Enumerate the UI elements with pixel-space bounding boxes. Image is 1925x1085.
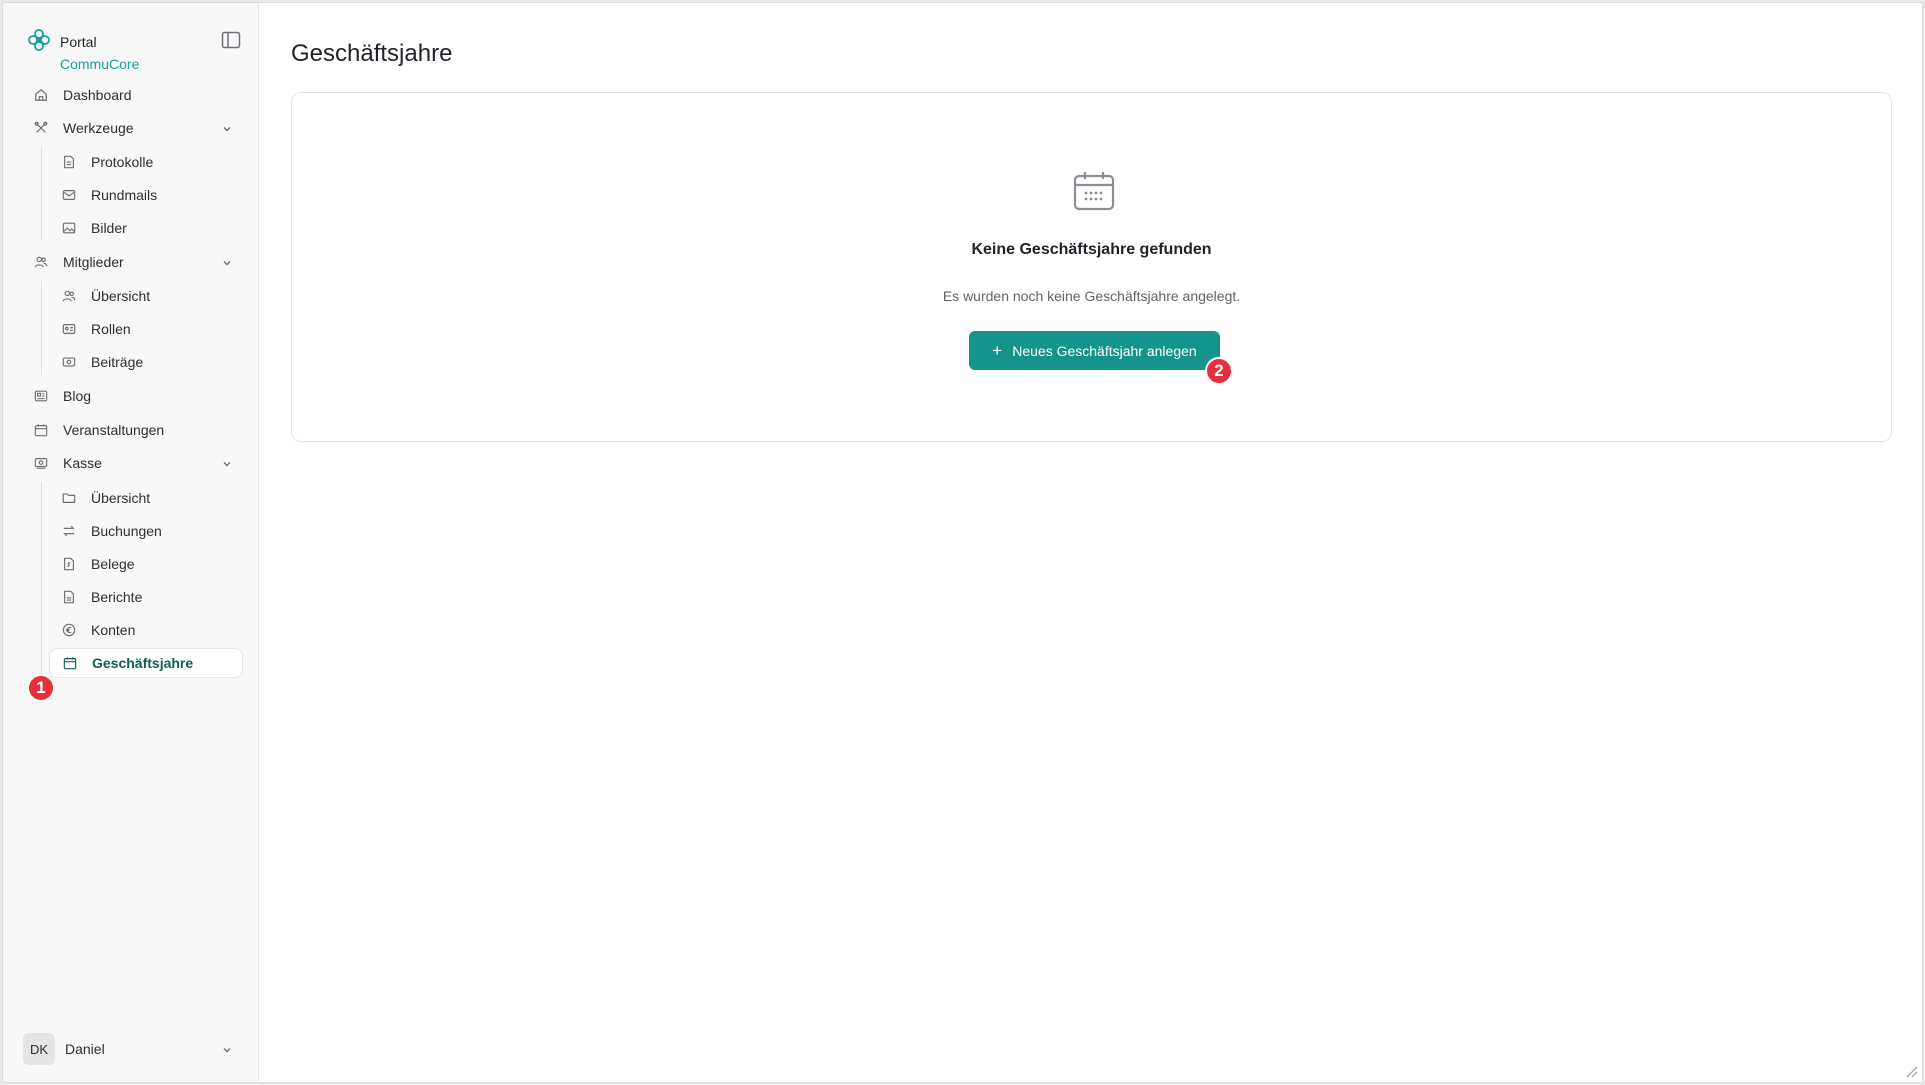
- sidebar-item-label: Bilder: [91, 220, 127, 236]
- folder-icon: [61, 490, 77, 506]
- id-card-icon: [61, 321, 77, 337]
- sidebar-item-label: Buchungen: [91, 523, 162, 539]
- sidebar-item-label: Übersicht: [91, 288, 151, 304]
- sidebar-item-kasse-uebersicht[interactable]: Übersicht: [49, 483, 243, 513]
- flower-logo-icon: [27, 28, 51, 52]
- calendar-icon: [33, 422, 49, 438]
- calendar-icon: [62, 655, 78, 671]
- resize-grip-icon[interactable]: [1904, 1064, 1918, 1078]
- sidebar-item-beitraege[interactable]: Beiträge: [49, 347, 243, 377]
- sidebar-item-belege[interactable]: Belege: [49, 549, 243, 579]
- chevron-down-icon: [221, 457, 233, 469]
- sidebar-item-label: Blog: [63, 388, 92, 404]
- annotation-badge-2: 2: [1205, 357, 1233, 385]
- sidebar-item-label: Kasse: [63, 455, 102, 471]
- submenu-guide-line: [41, 281, 42, 375]
- sidebar-item-veranstaltungen[interactable]: Veranstaltungen: [23, 415, 243, 445]
- sidebar-item-label: Veranstaltungen: [63, 422, 165, 438]
- sidebar-item-mitglieder[interactable]: Mitglieder: [23, 247, 243, 277]
- brand[interactable]: Portal CommuCore: [27, 28, 247, 74]
- brand-subtitle: CommuCore: [60, 56, 140, 72]
- sidebar-item-rollen[interactable]: Rollen: [49, 314, 243, 344]
- sidebar-toggle-icon[interactable]: [221, 31, 241, 49]
- submenu-guide-line: [41, 147, 42, 241]
- sidebar-item-label: Konten: [91, 622, 136, 638]
- plus-icon: +: [992, 341, 1003, 360]
- home-icon: [33, 87, 49, 103]
- users-icon: [61, 288, 77, 304]
- empty-state-title: Keine Geschäftsjahre gefunden: [971, 241, 1212, 258]
- image-icon: [61, 220, 77, 236]
- new-fiscal-year-button[interactable]: + Neues Geschäftsjahr anlegen: [969, 331, 1220, 370]
- mail-icon: [61, 187, 77, 203]
- annotation-badge-1: 1: [27, 674, 55, 702]
- sidebar-item-label: Übersicht: [91, 490, 151, 506]
- calendar-icon: [1072, 169, 1116, 213]
- sidebar-item-label: Belege: [91, 556, 135, 572]
- sidebar-item-kasse[interactable]: Kasse: [23, 448, 243, 478]
- arrows-icon: [61, 523, 77, 539]
- sidebar-item-blog[interactable]: Blog: [23, 381, 243, 411]
- user-menu[interactable]: DK Daniel: [23, 1033, 243, 1065]
- sidebar-item-mitglieder-uebersicht[interactable]: Übersicht: [49, 281, 243, 311]
- sidebar-item-label: Rollen: [91, 321, 131, 337]
- chevron-down-icon: [221, 256, 233, 268]
- euro-icon: [61, 622, 77, 638]
- submenu-guide-line: [41, 482, 42, 678]
- sidebar: Portal CommuCore Dashboard Werkzeuge Pro…: [3, 3, 259, 1082]
- sidebar-item-konten[interactable]: Konten: [49, 615, 243, 645]
- app-window: Portal CommuCore Dashboard Werkzeuge Pro…: [2, 2, 1923, 1083]
- avatar: DK: [23, 1033, 55, 1065]
- brand-title: Portal: [60, 34, 97, 50]
- sidebar-item-bilder[interactable]: Bilder: [49, 213, 243, 243]
- empty-state-card: Keine Geschäftsjahre gefunden Es wurden …: [291, 92, 1892, 442]
- sidebar-item-geschaeftsjahre[interactable]: Geschäftsjahre: [49, 648, 243, 678]
- sidebar-item-label: Rundmails: [91, 187, 158, 203]
- sidebar-item-label: Mitglieder: [63, 254, 124, 270]
- sidebar-item-protokolle[interactable]: Protokolle: [49, 147, 243, 177]
- banknote-icon: [61, 354, 77, 370]
- sidebar-item-label: Geschäftsjahre: [92, 655, 194, 671]
- sidebar-item-label: Dashboard: [63, 87, 132, 103]
- users-icon: [33, 254, 49, 270]
- empty-state-description: Es wurden noch keine Geschäftsjahre ange…: [942, 288, 1241, 304]
- sidebar-item-buchungen[interactable]: Buchungen: [49, 516, 243, 546]
- file-text-icon: [61, 154, 77, 170]
- sidebar-item-label: Beiträge: [91, 354, 144, 370]
- newspaper-icon: [33, 388, 49, 404]
- page-title: Geschäftsjahre: [291, 40, 453, 67]
- receipt-icon: [61, 556, 77, 572]
- new-fiscal-year-button-label: Neues Geschäftsjahr anlegen: [1012, 342, 1197, 359]
- sidebar-item-werkzeuge[interactable]: Werkzeuge: [23, 113, 243, 143]
- sidebar-item-label: Werkzeuge: [63, 120, 134, 136]
- chevron-down-icon: [221, 122, 233, 134]
- cash-icon: [33, 455, 49, 471]
- sidebar-item-label: Protokolle: [91, 154, 154, 170]
- sidebar-item-rundmails[interactable]: Rundmails: [49, 180, 243, 210]
- tools-icon: [33, 120, 49, 136]
- sidebar-item-label: Berichte: [91, 589, 143, 605]
- sidebar-item-dashboard[interactable]: Dashboard: [23, 80, 243, 110]
- sidebar-item-berichte[interactable]: Berichte: [49, 582, 243, 612]
- chevron-down-icon: [221, 1043, 233, 1055]
- user-name: Daniel: [65, 1041, 105, 1057]
- file-icon: [61, 589, 77, 605]
